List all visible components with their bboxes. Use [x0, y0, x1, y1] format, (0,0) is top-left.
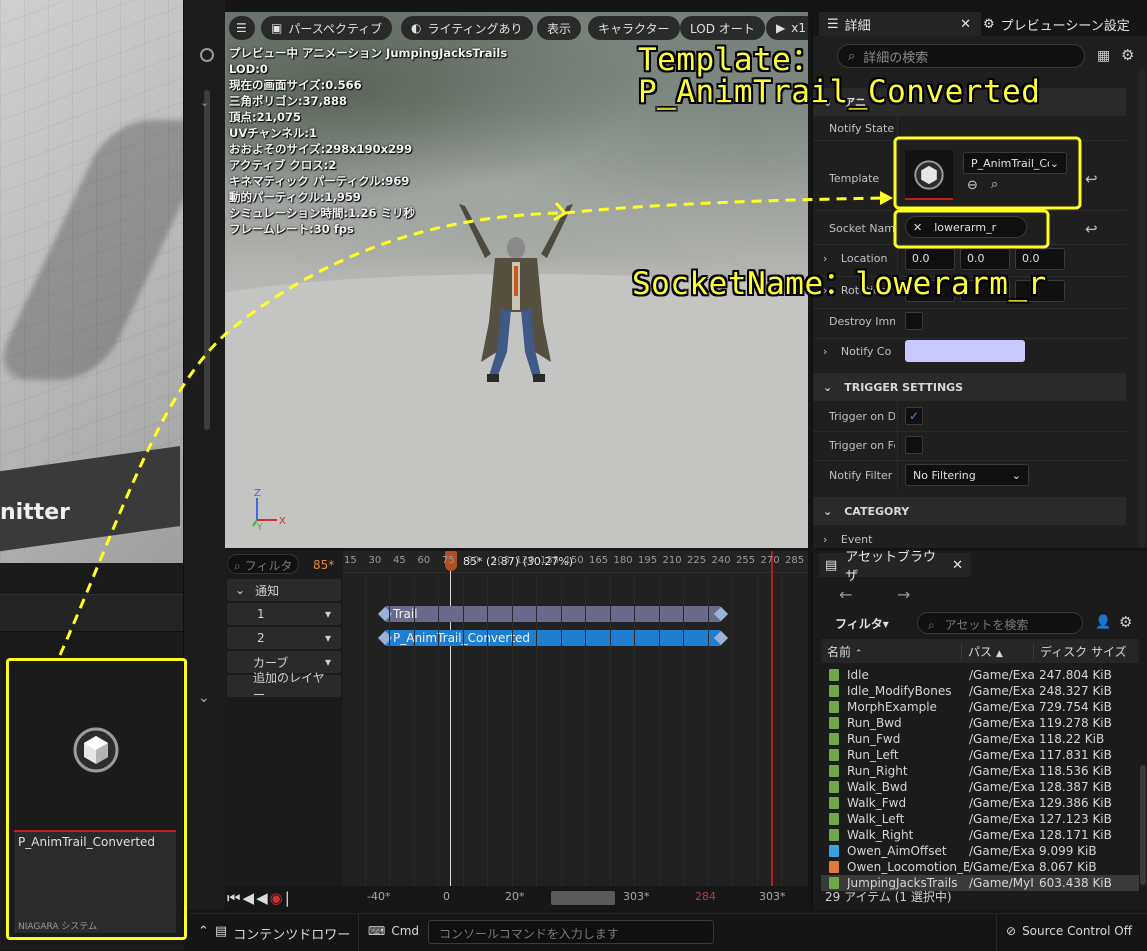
dashed-curve-arrow [58, 211, 566, 656]
annotation-template-line2: P_AnimTrail_Converted [638, 74, 1041, 110]
template-highlight-box [893, 136, 1082, 210]
dashed-line-to-template [564, 196, 886, 215]
annotation-template-line1: Template： [638, 42, 823, 78]
arrow-head-socket [553, 201, 567, 222]
arrow-head-template [880, 191, 893, 205]
annotation-socket: SocketName：lowerarm_r [632, 266, 1047, 302]
annotation-overlay [58, 136, 1082, 656]
socket-highlight-box [893, 209, 1050, 249]
